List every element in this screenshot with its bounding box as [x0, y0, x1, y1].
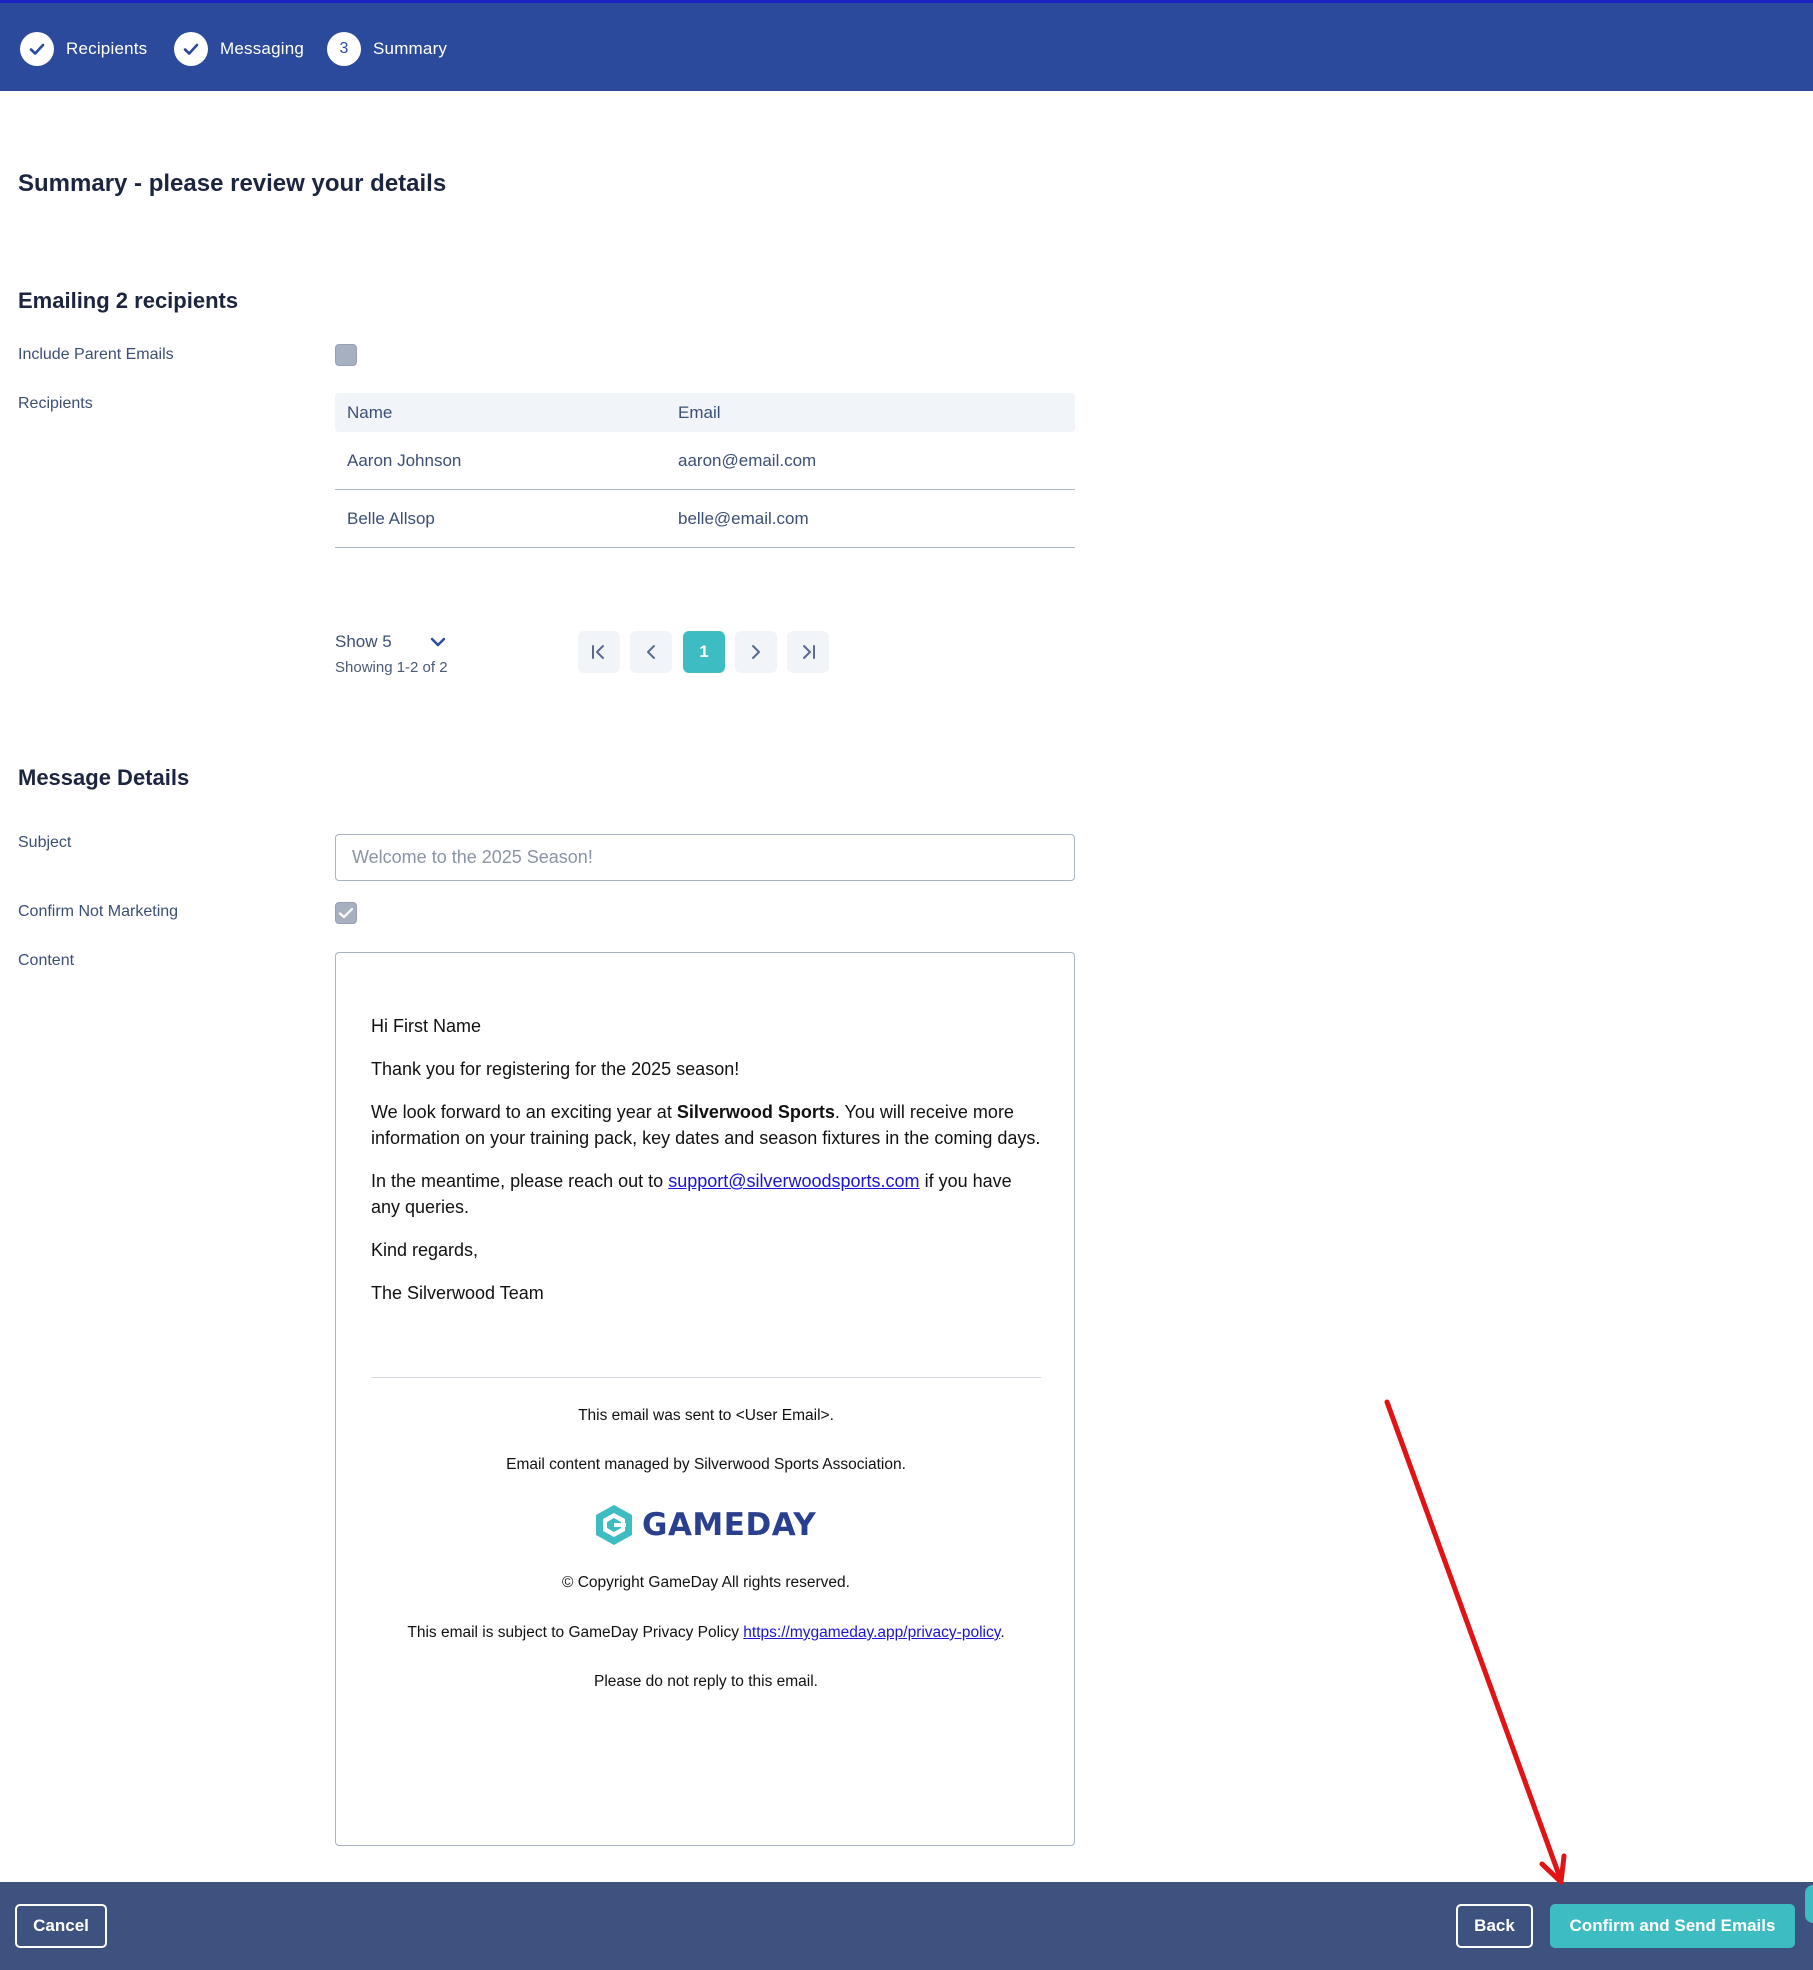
recipient-name: Belle Allsop: [347, 508, 435, 528]
confirm-send-emails-button[interactable]: Confirm and Send Emails: [1550, 1904, 1795, 1948]
recipient-name: Aaron Johnson: [347, 450, 462, 470]
email-divider: [371, 1377, 1041, 1378]
email-content-preview[interactable]: Hi First Name Thank you for registering …: [335, 952, 1075, 1846]
step-summary[interactable]: 3 Summary: [327, 32, 447, 66]
footer-sent-to: This email was sent to <User Email>.: [578, 1407, 834, 1424]
help-widget-edge[interactable]: [1805, 1885, 1813, 1923]
table-header: Name Email: [335, 393, 1075, 432]
step-recipients[interactable]: Recipients: [20, 32, 147, 66]
email-signature: The Silverwood Team: [371, 1283, 544, 1303]
confirm-not-marketing-label: Confirm Not Marketing: [18, 903, 179, 920]
step-label: Messaging: [220, 39, 305, 58]
recipient-email: aaron@email.com: [678, 450, 817, 470]
confirm-not-marketing-checkbox[interactable]: [335, 902, 357, 924]
step-number: 3: [327, 32, 361, 66]
subject-label: Subject: [18, 834, 72, 851]
check-icon: [20, 32, 54, 66]
content-label: Content: [18, 952, 75, 969]
message-details-title: Message Details: [18, 765, 190, 790]
gameday-logo-icon: [596, 1505, 632, 1545]
email-paragraph: In the meantime, please reach out to sup…: [371, 1171, 1012, 1217]
page-title: Summary - please review your details: [18, 170, 447, 197]
column-header-name[interactable]: Name: [335, 403, 678, 423]
step-messaging[interactable]: Messaging: [174, 32, 304, 66]
recipient-email: belle@email.com: [678, 508, 809, 528]
step-label: Recipients: [66, 39, 148, 58]
recipients-label: Recipients: [18, 395, 93, 412]
email-paragraph: Thank you for registering for the 2025 s…: [371, 1059, 740, 1079]
footer-managed-by: Email content managed by Silverwood Spor…: [506, 1456, 906, 1473]
page-size-value: Show 5: [335, 632, 392, 651]
privacy-policy-link[interactable]: https://mygameday.app/privacy-policy: [743, 1624, 1000, 1641]
gameday-logo: GAMEDAY: [594, 1503, 816, 1547]
recipients-section-title: Emailing 2 recipients: [18, 288, 239, 313]
subject-field[interactable]: Welcome to the 2025 Season!: [335, 834, 1075, 881]
support-email-link[interactable]: support@silverwoodsports.com: [668, 1171, 919, 1191]
next-page-button[interactable]: [735, 631, 777, 673]
back-button[interactable]: Back: [1456, 1904, 1533, 1948]
last-page-icon: [803, 645, 815, 659]
email-greeting: Hi First Name: [371, 1016, 482, 1036]
footer-privacy: This email is subject to GameDay Privacy…: [407, 1624, 1005, 1641]
recipients-table: Name Email Aaron Johnson aaron@email.com…: [335, 393, 1075, 548]
include-parent-emails-label: Include Parent Emails: [18, 346, 174, 363]
action-bar: Cancel Back Confirm and Send Emails: [0, 1882, 1813, 1970]
include-parent-emails-checkbox[interactable]: [335, 344, 357, 366]
first-page-button[interactable]: [578, 631, 620, 673]
page-size-select[interactable]: Show 5: [335, 632, 446, 652]
showing-count: Showing 1-2 of 2: [335, 659, 448, 676]
table-row: Belle Allsop belle@email.com: [335, 490, 1075, 548]
check-icon: [174, 32, 208, 66]
wizard-stepper-bar: Recipients Messaging 3 Summary: [0, 0, 1813, 91]
column-header-email[interactable]: Email: [678, 403, 721, 423]
club-name: Silverwood Sports: [676, 1102, 835, 1122]
footer-no-reply: Please do not reply to this email.: [593, 1673, 818, 1690]
email-paragraph: We look forward to an exciting year at S…: [371, 1102, 1041, 1148]
check-icon: [338, 907, 354, 919]
previous-page-button[interactable]: [630, 631, 672, 673]
step-label: Summary: [373, 39, 448, 58]
chevron-down-icon: [430, 636, 446, 648]
first-page-icon: [592, 645, 604, 659]
gameday-logo-text: GAMEDAY: [642, 1507, 817, 1543]
email-closing: Kind regards,: [371, 1240, 479, 1260]
chevron-right-icon: [752, 645, 760, 659]
email-body: Hi First Name Thank you for registering …: [371, 1013, 1041, 1323]
chevron-left-icon: [647, 645, 655, 659]
footer-copyright: © Copyright GameDay All rights reserved.: [562, 1574, 850, 1591]
last-page-button[interactable]: [787, 631, 829, 673]
page-1-button[interactable]: 1: [683, 631, 725, 673]
cancel-button[interactable]: Cancel: [15, 1904, 107, 1948]
table-row: Aaron Johnson aaron@email.com: [335, 432, 1075, 490]
